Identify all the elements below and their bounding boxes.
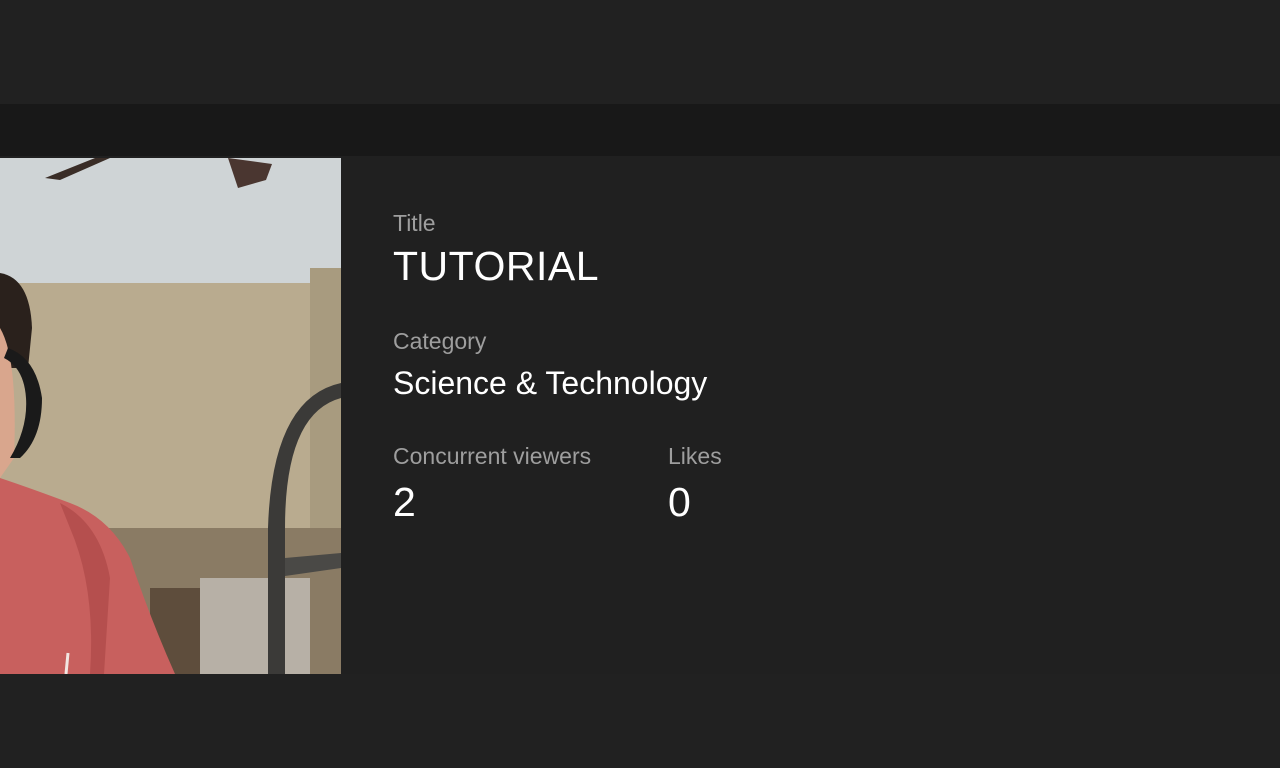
concurrent-viewers-label: Concurrent viewers: [393, 443, 592, 469]
likes-value: 0: [668, 479, 691, 525]
stream-stats: Concurrent viewers 2 Likes 0: [393, 441, 1193, 526]
category-value: Science & Technology: [393, 365, 708, 401]
video-preview[interactable]: [0, 158, 341, 674]
concurrent-viewers-stat: Concurrent viewers 2: [393, 441, 616, 526]
likes-stat: Likes 0: [668, 441, 722, 526]
header-strip: [0, 104, 1280, 156]
likes-label: Likes: [668, 443, 722, 469]
webcam-scene: [0, 158, 341, 674]
concurrent-viewers-value: 2: [393, 479, 416, 525]
title-value: TUTORIAL: [393, 243, 599, 289]
top-area: [0, 0, 1280, 104]
bottom-area: [0, 674, 1280, 768]
title-label: Title: [393, 210, 436, 236]
category-label: Category: [393, 328, 487, 354]
stream-info: Title TUTORIAL Category Science & Techno…: [393, 208, 1193, 526]
